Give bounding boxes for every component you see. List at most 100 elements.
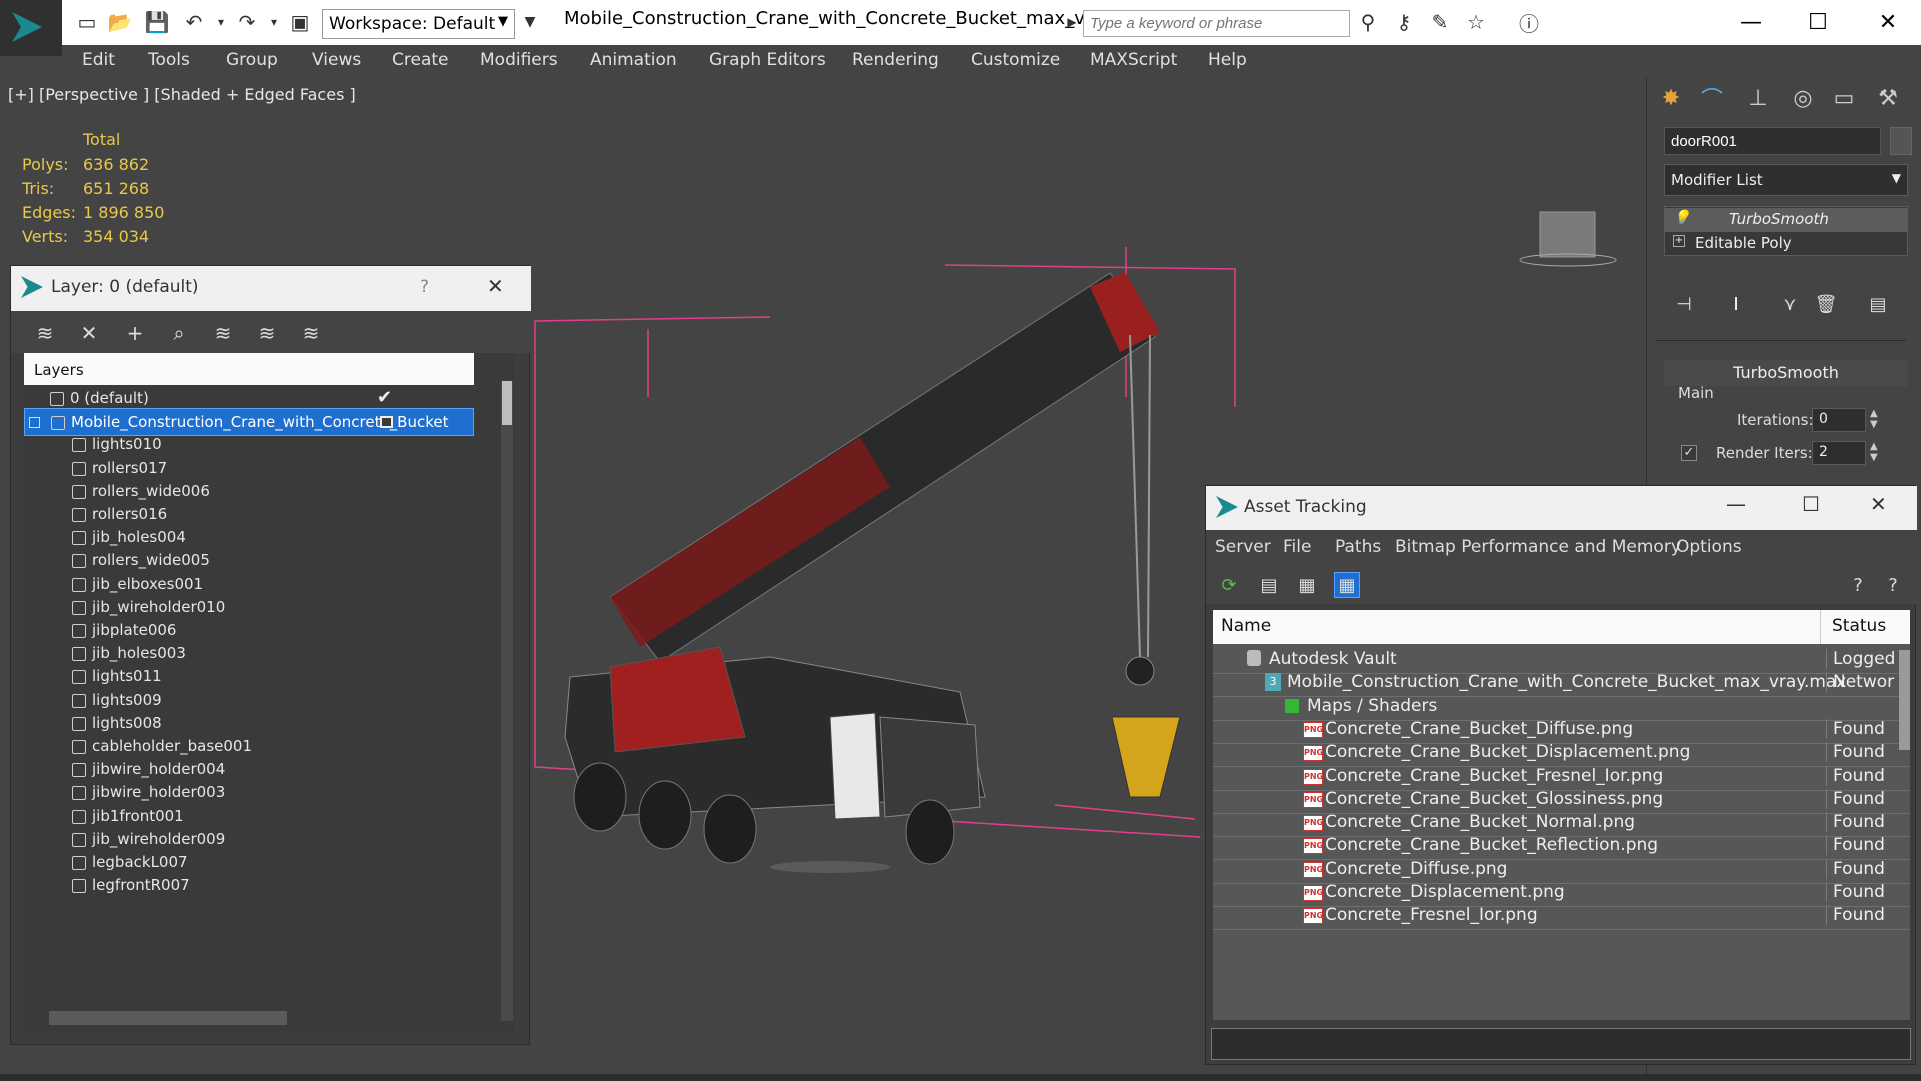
asset-vertical-scrollbar[interactable] <box>1899 650 1910 750</box>
utilities-tab-icon[interactable]: ⚒ <box>1872 82 1904 114</box>
save-icon[interactable]: 💾 <box>145 10 170 34</box>
hide-layers-icon[interactable]: ≋ <box>255 321 279 345</box>
redo-dropdown-icon[interactable]: ▾ <box>262 10 286 34</box>
close-button[interactable]: ✕ <box>487 274 504 298</box>
menu-rendering[interactable]: Rendering <box>852 50 939 70</box>
binoculars-icon[interactable]: ⚲ <box>1356 10 1380 34</box>
refresh-icon[interactable]: ⟳ <box>1216 572 1242 598</box>
menu-views[interactable]: Views <box>312 50 361 70</box>
expand-plus-icon[interactable]: + <box>1673 235 1685 247</box>
expand-arrow-icon[interactable]: ▶ <box>1060 10 1084 34</box>
spinner-arrows-icon[interactable]: ▲ ▼ <box>1870 441 1878 463</box>
lightbulb-icon[interactable]: 💡 <box>1673 210 1690 226</box>
remove-modifier-icon[interactable]: 🗑 <box>1810 288 1842 320</box>
help-icon[interactable]: ? <box>1845 572 1871 598</box>
menu-customize[interactable]: Customize <box>971 50 1060 70</box>
status-column-header[interactable]: Status <box>1832 616 1886 636</box>
menu-graph-editors[interactable]: Graph Editors <box>709 50 826 70</box>
search-input[interactable] <box>1083 10 1350 37</box>
help-icon[interactable]: ⓘ <box>1517 10 1541 36</box>
minimize-button[interactable]: — <box>1726 492 1746 516</box>
redo-icon[interactable]: ↷ <box>235 10 259 34</box>
layer-row-label: jib_holes003 <box>92 644 186 663</box>
asset-path-field[interactable] <box>1211 1028 1911 1060</box>
delete-layer-icon[interactable]: ✕ <box>77 321 101 345</box>
menu-server[interactable]: Server <box>1215 537 1271 557</box>
minimize-button[interactable]: — <box>1731 6 1771 38</box>
hierarchy-tab-icon[interactable]: ⊥ <box>1742 82 1774 114</box>
menu-tools[interactable]: Tools <box>148 50 190 70</box>
current-layer-check-icon[interactable]: ✔ <box>377 387 392 408</box>
close-button[interactable]: ✕ <box>1870 492 1887 516</box>
thumbnail-view-icon[interactable]: ▦ <box>1294 572 1320 598</box>
viewport-label[interactable]: [+] [Perspective ] [Shaded + Edged Faces… <box>8 85 356 104</box>
collapse-minus-icon[interactable] <box>29 417 40 429</box>
spinner-arrows-icon[interactable]: ▲ ▼ <box>1870 408 1878 430</box>
menu-group[interactable]: Group <box>226 50 278 70</box>
undo-icon[interactable]: ↶ <box>182 10 206 34</box>
render-iters-checkbox[interactable]: ✓ <box>1681 445 1697 461</box>
stack-item-turbosmooth[interactable]: 💡 TurboSmooth <box>1665 208 1907 232</box>
context-help-icon[interactable]: ? <box>1880 572 1906 598</box>
layers-scrollbar[interactable] <box>501 381 513 1021</box>
asset-row[interactable]: PNG Concrete_Fresnel_Ior.png Found <box>1213 902 1910 931</box>
modifier-list-dropdown[interactable]: Modifier List ▼ <box>1664 164 1908 196</box>
menu-modifiers[interactable]: Modifiers <box>480 50 558 70</box>
add-to-layer-icon[interactable]: + <box>123 321 147 345</box>
select-objects-icon[interactable]: ⌕ <box>167 321 191 345</box>
maximize-button[interactable]: ☐ <box>1802 492 1820 516</box>
workspace-menu-icon[interactable]: ▼ <box>518 10 542 34</box>
layer-row[interactable]: legfrontR007 <box>24 872 474 900</box>
app-logo[interactable] <box>0 0 62 56</box>
create-tab-icon[interactable]: ✸ <box>1655 82 1687 114</box>
stack-item-editable-poly[interactable]: + Editable Poly <box>1665 232 1907 256</box>
modify-tab-icon[interactable]: ⌒ <box>1696 82 1728 114</box>
freeze-layers-icon[interactable]: ≋ <box>299 321 323 345</box>
motion-tab-icon[interactable]: ◎ <box>1787 82 1819 114</box>
layers-horizontal-scrollbar[interactable] <box>49 1011 287 1025</box>
open-file-icon[interactable]: 📂 <box>108 10 133 34</box>
menu-animation[interactable]: Animation <box>590 50 677 70</box>
favorites-star-icon[interactable]: ☆ <box>1464 10 1488 34</box>
project-folder-icon[interactable]: ▣ <box>288 10 312 34</box>
turbosmooth-rollout-title[interactable]: TurboSmooth <box>1664 360 1908 386</box>
layer-row-label: rollers017 <box>92 458 168 477</box>
close-button[interactable]: ✕ <box>1868 6 1908 38</box>
layer-window-titlebar[interactable]: Layer: 0 (default) ? ✕ <box>11 266 531 311</box>
new-file-icon[interactable]: ▭ <box>75 10 99 34</box>
select-layer-icon[interactable]: ≋ <box>211 321 235 345</box>
menu-bitmap-performance[interactable]: Bitmap Performance and Memory <box>1395 537 1681 557</box>
table-view-icon[interactable]: ▦ <box>1334 572 1360 598</box>
menu-paths[interactable]: Paths <box>1335 537 1381 557</box>
object-color-swatch[interactable] <box>1890 127 1912 155</box>
menu-file[interactable]: File <box>1283 537 1311 557</box>
asset-table[interactable]: Name Status Autodesk Vault Logged 3 Mobile_… <box>1213 610 1910 1020</box>
make-unique-icon[interactable]: ⋎ <box>1774 288 1806 320</box>
scroll-thumb[interactable] <box>502 381 512 425</box>
maximize-button[interactable]: ☐ <box>1798 6 1838 38</box>
key-icon[interactable]: ⚷ <box>1392 10 1416 34</box>
list-view-icon[interactable]: ▤ <box>1256 572 1282 598</box>
name-column-header[interactable]: Name <box>1221 616 1271 636</box>
workspace-selector[interactable]: Workspace: Default ▼ <box>322 9 515 39</box>
object-name-field[interactable] <box>1664 127 1881 155</box>
menu-help[interactable]: Help <box>1208 50 1247 70</box>
undo-dropdown-icon[interactable]: ▾ <box>209 10 233 34</box>
help-button[interactable]: ? <box>420 277 429 297</box>
layers-tree[interactable]: Layers 0 (default) ✔ Mobile_Construction_C… <box>24 353 514 1033</box>
menu-create[interactable]: Create <box>392 50 449 70</box>
render-iters-spinner[interactable]: 2 <box>1812 441 1866 465</box>
menu-edit[interactable]: Edit <box>82 50 115 70</box>
show-end-result-icon[interactable]: I <box>1720 288 1752 320</box>
layers-column-header[interactable]: Layers <box>24 353 474 385</box>
menu-maxscript[interactable]: MAXScript <box>1090 50 1177 70</box>
asset-window-titlebar[interactable]: Asset Tracking — ☐ ✕ <box>1206 486 1917 530</box>
display-tab-icon[interactable]: ▭ <box>1828 82 1860 114</box>
configure-sets-icon[interactable]: ▤ <box>1862 288 1894 320</box>
communication-icon[interactable]: ✎ <box>1428 10 1452 34</box>
menu-options[interactable]: Options <box>1676 537 1742 557</box>
pin-stack-icon[interactable]: ⊣ <box>1668 288 1700 320</box>
set-current-layer-icon[interactable] <box>380 416 393 429</box>
iterations-spinner[interactable]: 0 <box>1812 408 1866 432</box>
new-layer-icon[interactable]: ≋ <box>33 321 57 345</box>
